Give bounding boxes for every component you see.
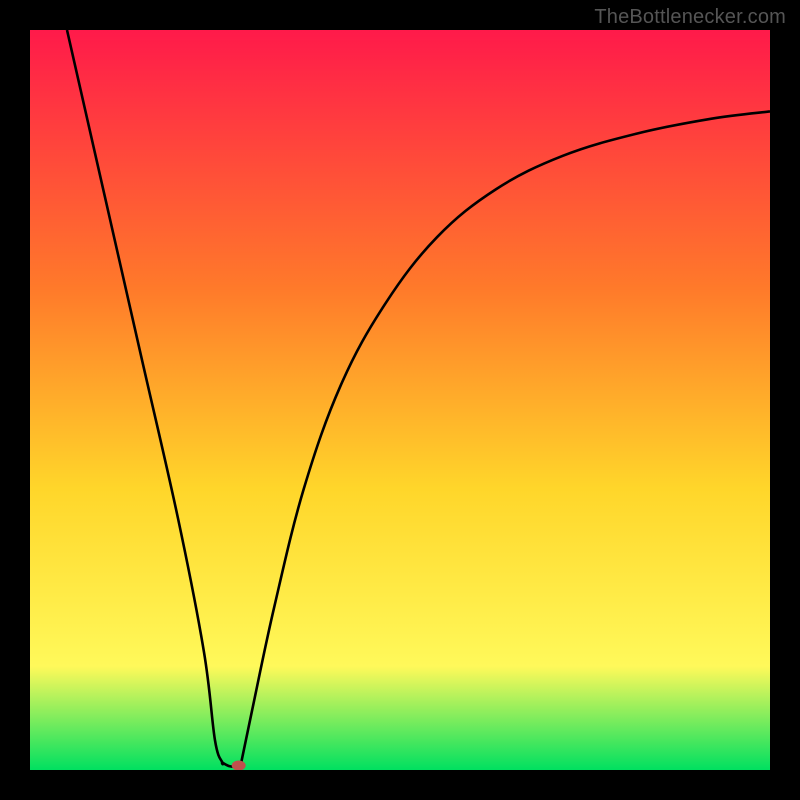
chart-svg (30, 30, 770, 770)
chart-frame: TheBottlenecker.com (0, 0, 800, 800)
gradient-background (30, 30, 770, 770)
attribution-text: TheBottlenecker.com (594, 6, 786, 29)
plot-area (30, 30, 770, 770)
